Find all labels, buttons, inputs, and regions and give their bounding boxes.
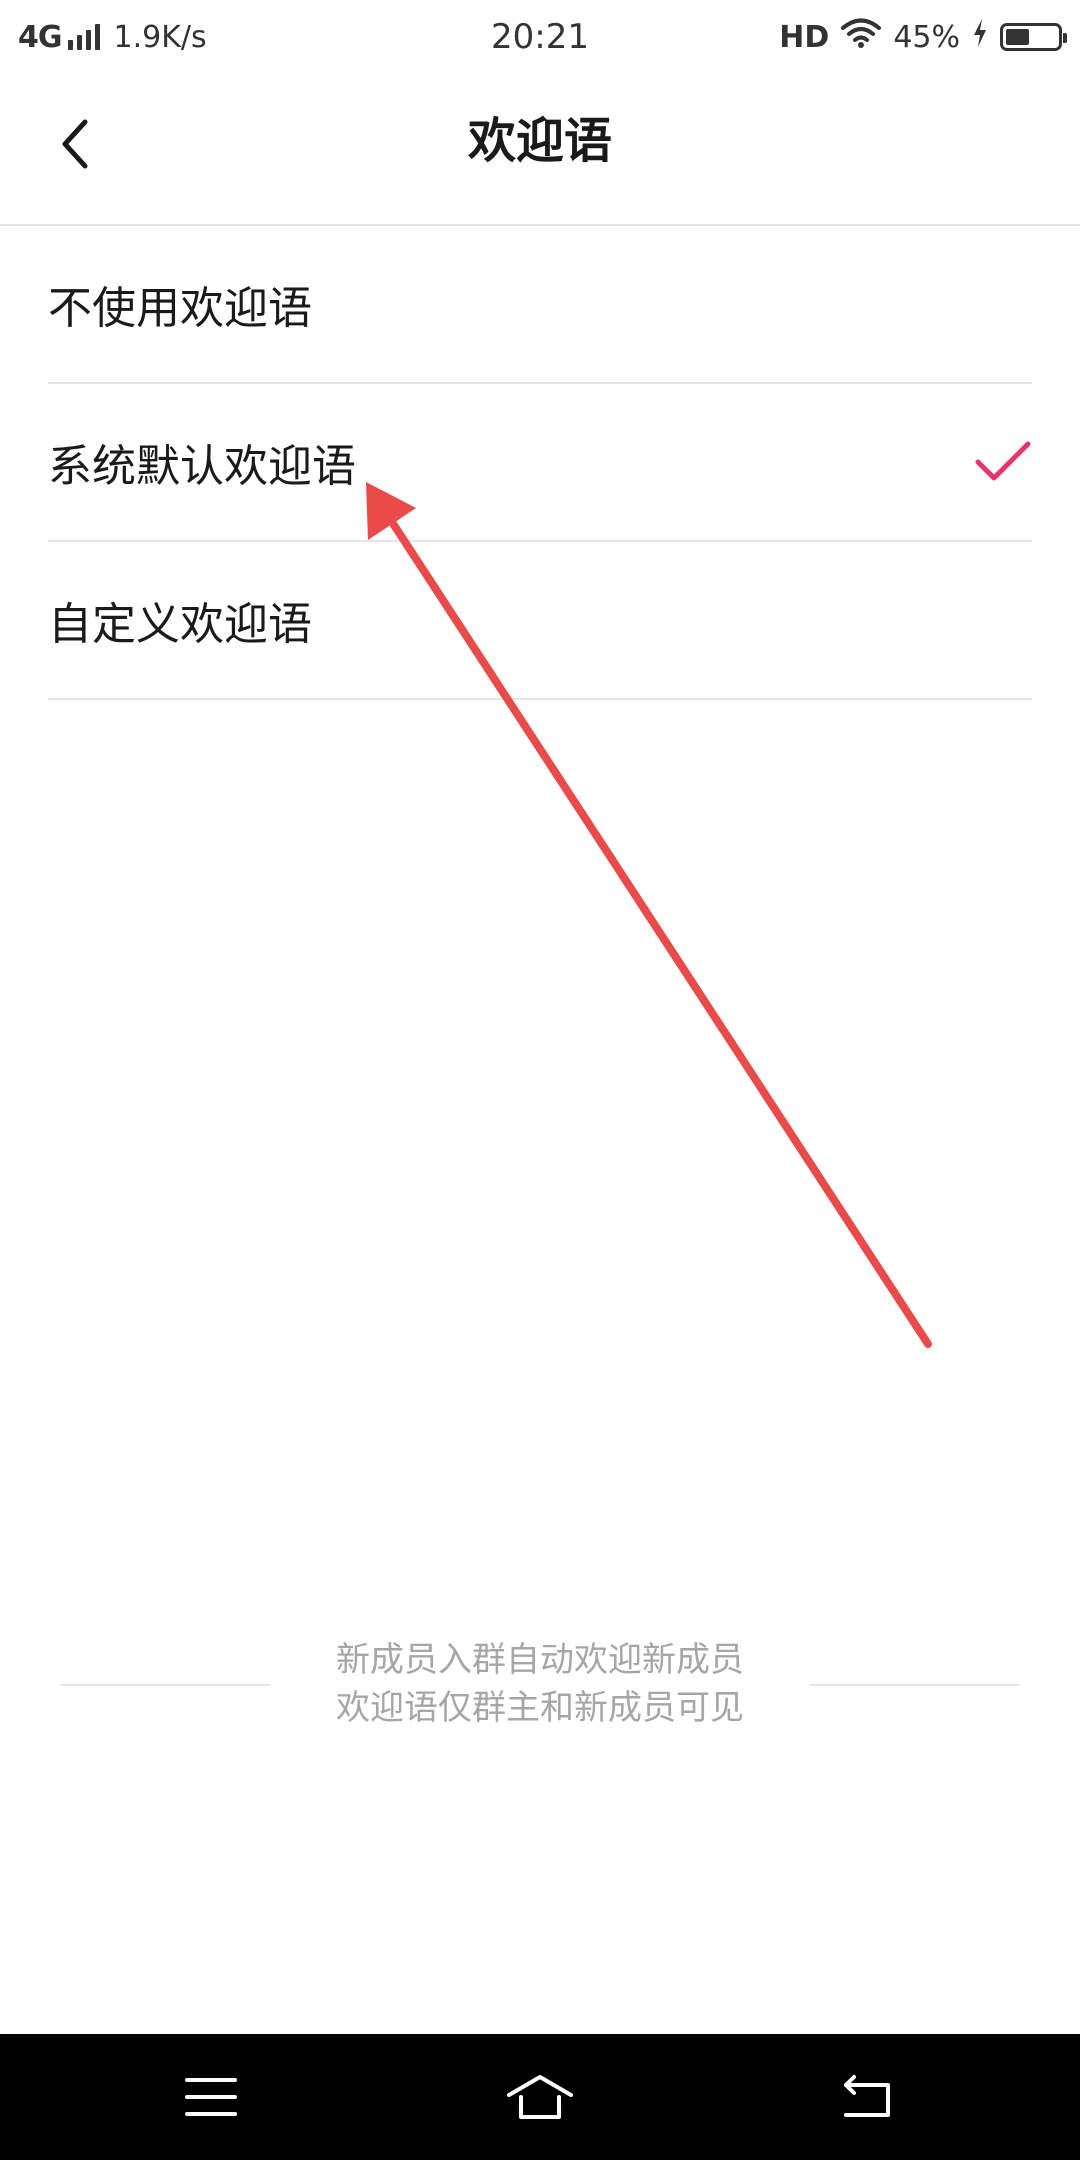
screen: 4G 1.9K/s 20:21 HD 45% 欢迎语 不使用欢迎语 系统默认欢迎…	[0, 0, 1080, 2160]
welcome-options-list: 不使用欢迎语 系统默认欢迎语 自定义欢迎语	[48, 226, 1032, 700]
back-nav-button[interactable]	[828, 2062, 908, 2132]
status-bar: 4G 1.9K/s 20:21 HD 45%	[0, 0, 1080, 74]
note-divider-right	[810, 1684, 1020, 1686]
option-label: 自定义欢迎语	[48, 599, 312, 650]
page-title: 欢迎语	[467, 113, 612, 169]
option-label: 不使用欢迎语	[48, 283, 312, 334]
option-label: 系统默认欢迎语	[48, 441, 356, 492]
wifi-icon	[841, 17, 882, 57]
battery-fill	[1006, 29, 1029, 45]
back-icon	[844, 2075, 890, 2117]
option-custom-welcome[interactable]: 自定义欢迎语	[48, 542, 1032, 700]
option-no-welcome[interactable]: 不使用欢迎语	[48, 226, 1032, 384]
note-divider-left	[60, 1684, 270, 1686]
note-line-1: 新成员入群自动欢迎新成员	[336, 1640, 744, 1680]
checkmark-icon	[975, 441, 1031, 481]
battery-percent: 45%	[893, 19, 960, 55]
battery-icon	[1000, 23, 1067, 51]
menu-icon	[185, 2078, 237, 2116]
chevron-left-icon	[62, 119, 88, 169]
navigation-bar	[0, 2034, 1080, 2160]
note-text: 新成员入群自动欢迎新成员 欢迎语仅群主和新成员可见	[270, 1636, 810, 1732]
header: 欢迎语	[0, 74, 1080, 226]
home-button[interactable]	[500, 2062, 580, 2132]
home-icon	[507, 2075, 573, 2119]
charging-bolt-icon	[972, 18, 988, 56]
option-system-default[interactable]: 系统默认欢迎语	[48, 384, 1032, 542]
back-button[interactable]	[40, 104, 110, 184]
note-line-2: 欢迎语仅群主和新成员可见	[336, 1688, 744, 1728]
status-right: HD 45%	[779, 10, 1067, 64]
hd-indicator: HD	[779, 19, 830, 55]
menu-button[interactable]	[171, 2062, 251, 2132]
welcome-note: 新成员入群自动欢迎新成员 欢迎语仅群主和新成员可见	[0, 1636, 1080, 1736]
